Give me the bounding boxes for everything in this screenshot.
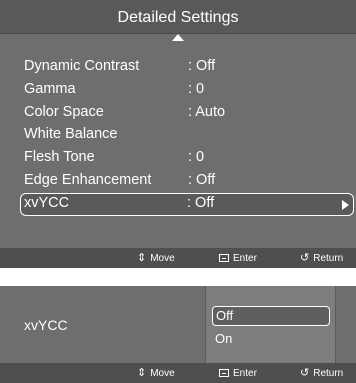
option-on[interactable]: On [212, 330, 330, 350]
menu-item-value: : Off [188, 58, 216, 74]
menu-item-gamma[interactable]: Gamma : 0 [0, 79, 356, 102]
menu-item-label: Dynamic Contrast [24, 58, 140, 74]
enter-icon [219, 369, 229, 377]
up-arrow-icon[interactable] [172, 34, 184, 41]
help-enter: Enter [219, 368, 257, 379]
menu-item-label: Edge Enhancement [24, 171, 152, 188]
menu-item-color-space[interactable]: Color Space : Auto [0, 102, 356, 125]
menu-item-edge-enhancement[interactable]: Edge Enhancement : Off [0, 170, 356, 193]
option-on-label: On [215, 331, 233, 346]
help-bar: ⇕ Move Enter ↺ Return [0, 248, 356, 268]
help-move-label: Move [150, 367, 175, 379]
help-move: ⇕ Move [137, 366, 175, 379]
menu-item-label: xvYCC [24, 194, 70, 211]
menu-item-dynamic-contrast[interactable]: Dynamic Contrast : Off [0, 56, 356, 79]
menu-item-value: : Auto [188, 103, 226, 120]
option-popup: Off On [205, 286, 336, 363]
detailed-settings-screen: Detailed Settings Dynamic Contrast : Off… [0, 0, 356, 268]
return-icon: ↺ [300, 251, 310, 264]
menu-item-label: Flesh Tone [24, 149, 95, 166]
xvycc-label: xvYCC [24, 317, 68, 333]
menu-item-value: : 0 [188, 80, 205, 97]
help-move-label: Move [150, 252, 175, 264]
help-bar: ⇕ Move Enter ↺ Return [0, 363, 356, 383]
option-off-label: Off [216, 308, 234, 323]
help-return-label: Return [313, 252, 344, 264]
menu-item-label: White Balance [24, 126, 118, 143]
menu-item-value: : Off [187, 194, 215, 211]
menu-item-white-balance[interactable]: White Balance [0, 124, 356, 147]
menu-item-xvycc[interactable]: xvYCC : Off [20, 192, 354, 216]
menu-item-value: : 0 [188, 149, 205, 166]
help-return-label: Return [313, 367, 344, 379]
help-return: ↺ Return [300, 366, 344, 379]
help-enter-label: Enter [233, 367, 257, 379]
move-icon: ⇕ [137, 366, 147, 379]
option-off[interactable]: Off [212, 306, 330, 326]
screen-title: Detailed Settings [0, 0, 356, 34]
xvycc-option-screen: xvYCC Off On ⇕ Move Enter ↺ Return [0, 286, 356, 383]
help-move: ⇕ Move [137, 251, 175, 264]
help-enter: Enter [219, 253, 257, 264]
menu-item-value: : Off [188, 171, 216, 188]
help-enter-label: Enter [233, 252, 257, 264]
settings-menu: Dynamic Contrast : Off Gamma : 0 Color S… [0, 56, 356, 216]
help-return: ↺ Return [300, 251, 344, 264]
menu-item-flesh-tone[interactable]: Flesh Tone : 0 [0, 147, 356, 170]
right-arrow-icon[interactable] [342, 199, 349, 210]
menu-item-label: Color Space [24, 103, 104, 120]
move-icon: ⇕ [137, 251, 147, 264]
return-icon: ↺ [300, 366, 310, 379]
screen-title-text: Detailed Settings [117, 8, 239, 26]
menu-item-label: Gamma [24, 80, 76, 97]
enter-icon [219, 254, 229, 262]
